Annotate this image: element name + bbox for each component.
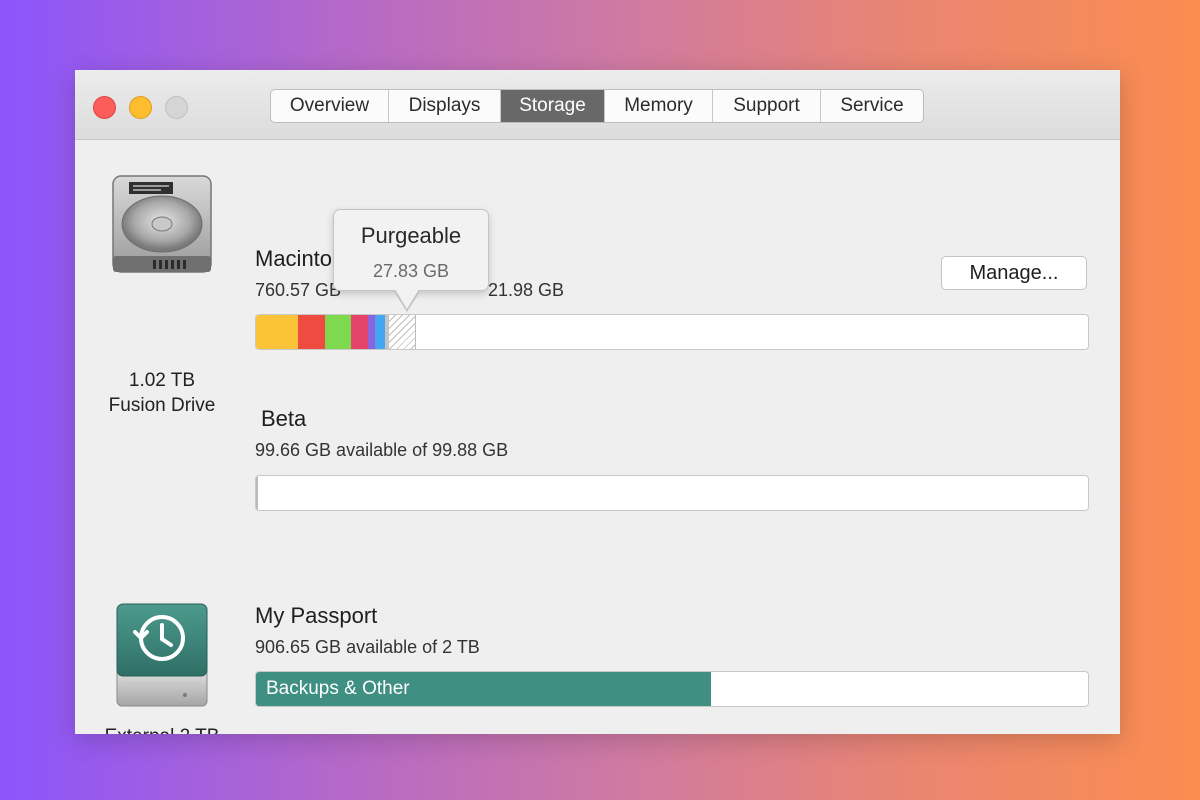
usage-segment-4[interactable] [368,315,375,349]
storage-bar-macintosh-hd [255,314,1089,350]
volume-name-macintosh-hd: Macinto [255,246,333,271]
title-bar: Overview Displays Storage Memory Support… [75,70,1120,140]
volume-name-beta: Beta [261,406,307,431]
minimize-button[interactable] [129,96,152,119]
tab-overview[interactable]: Overview [271,90,389,122]
internal-drive-label: 1.02 TB Fusion Drive [92,368,232,418]
internal-drive-capacity: 1.02 TB [128,370,196,391]
tab-memory[interactable]: Memory [605,90,713,122]
beta-used-segment [256,476,258,510]
tooltip-title: Purgeable [360,223,462,248]
system-info-window: Overview Displays Storage Memory Support… [75,70,1120,734]
usage-segment-0[interactable] [256,315,298,349]
zoom-button[interactable] [165,96,188,119]
external-drive-label: External 2 TB USB Disk [87,724,237,734]
usage-segment-5[interactable] [375,315,385,349]
volume-summary-macintosh-hd-left: 760.57 GB [255,280,342,300]
storage-bar-beta [255,475,1089,511]
tab-bar: Overview Displays Storage Memory Support… [270,89,924,123]
time-machine-disk-icon [116,603,208,707]
external-drive-capacity: External 2 TB [87,724,237,734]
volume-summary-macintosh-hd-right: 21.98 GB [488,280,565,300]
storage-panel: 1.02 TB Fusion Drive Macinto 760.57 GB 2… [75,140,1120,734]
volume-summary-beta: 99.66 GB available of 99.88 GB [255,440,509,460]
tooltip-pointer-fill [395,289,419,309]
volume-summary-my-passport: 906.65 GB available of 2 TB [255,637,480,657]
backups-segment: Backups & Other [256,672,711,706]
hard-drive-icon [112,175,212,273]
purgeable-segment[interactable] [389,315,416,349]
tooltip-value: 27.83 GB [372,261,450,281]
internal-drive-type: Fusion Drive [108,395,216,416]
backups-label: Backups & Other [266,678,410,699]
volume-name-my-passport: My Passport [255,603,378,628]
tab-support[interactable]: Support [713,90,821,122]
storage-bar-my-passport: Backups & Other [255,671,1089,707]
tab-storage[interactable]: Storage [501,90,605,122]
manage-button[interactable]: Manage... [941,256,1087,290]
tab-service[interactable]: Service [821,90,923,122]
usage-segment-1[interactable] [298,315,325,349]
usage-segment-3[interactable] [351,315,368,349]
purgeable-tooltip: Purgeable 27.83 GB [333,209,489,291]
close-button[interactable] [93,96,116,119]
usage-segment-2[interactable] [325,315,351,349]
tab-displays[interactable]: Displays [389,90,501,122]
